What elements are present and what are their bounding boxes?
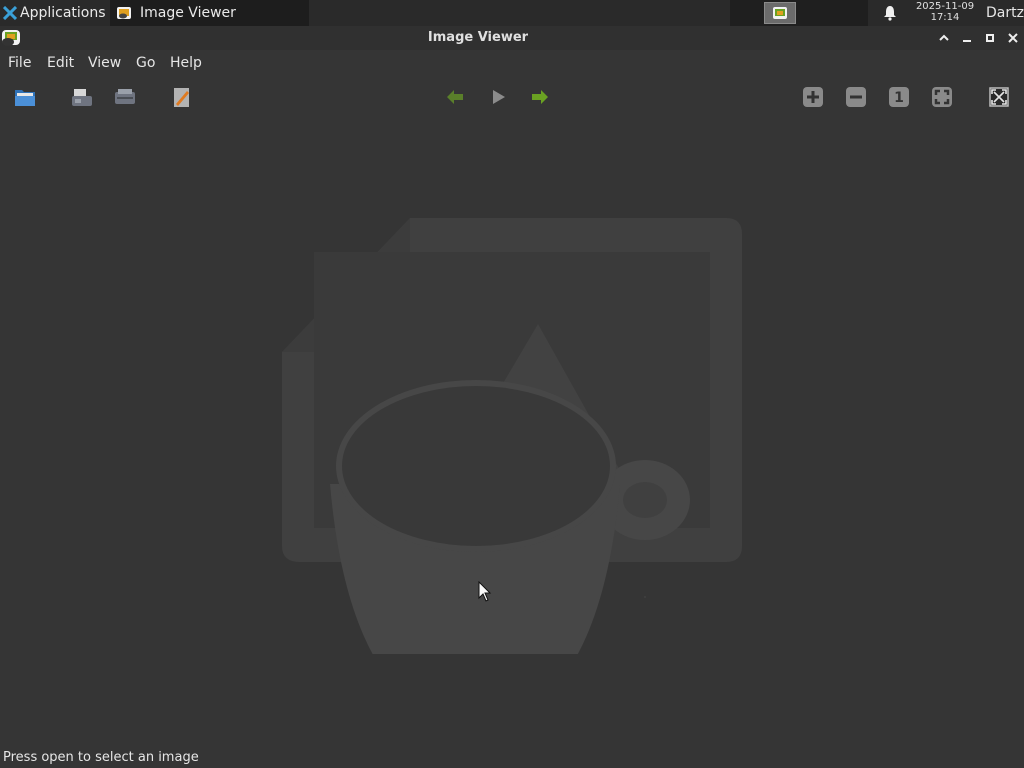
save-button[interactable]: [68, 83, 96, 111]
forward-arrow-icon: [532, 90, 548, 104]
slideshow-button[interactable]: [484, 83, 512, 111]
zoom-out-button[interactable]: [842, 83, 870, 111]
print-button[interactable]: [111, 83, 139, 111]
toolbar: 1: [0, 78, 1024, 116]
play-icon: [493, 90, 505, 104]
zoom-100-label: 1: [894, 90, 904, 106]
applications-menu-label: Applications: [20, 5, 106, 21]
workspace-empty[interactable]: [732, 2, 764, 24]
taskbar-item-image-viewer[interactable]: Image Viewer: [110, 0, 309, 26]
window-titlebar[interactable]: Image Viewer: [0, 26, 1024, 50]
notification-bell-icon[interactable]: [880, 4, 900, 22]
next-button[interactable]: [526, 83, 554, 111]
taskbar-item-label: Image Viewer: [140, 5, 236, 21]
maximize-button[interactable]: [981, 29, 999, 47]
back-arrow-icon: [447, 90, 463, 104]
menu-bar: File Edit View Go Help: [0, 50, 1024, 76]
menu-edit[interactable]: Edit: [47, 50, 74, 76]
panel-clock[interactable]: 2025-11-09 17:14: [906, 1, 984, 25]
zoom-out-icon: [846, 87, 866, 107]
open-button[interactable]: [11, 83, 39, 111]
minimize-icon: [963, 40, 971, 42]
edit-icon: [174, 88, 189, 107]
status-bar: Press open to select an image: [0, 748, 1024, 768]
open-folder-icon: [15, 90, 35, 106]
image-viewer-mini-icon: [773, 7, 787, 19]
close-button[interactable]: [1004, 29, 1022, 47]
top-panel: Applications Image Viewer 2025-11-09 17:…: [0, 0, 1024, 26]
chevron-up-icon: [939, 34, 949, 41]
previous-button[interactable]: [441, 83, 469, 111]
clock-date: 2025-11-09: [915, 1, 975, 12]
menu-file[interactable]: File: [8, 50, 31, 76]
zoom-fit-icon: [932, 87, 952, 107]
user-menu-button[interactable]: Dartz: [986, 0, 1024, 26]
zoom-in-button[interactable]: [799, 83, 827, 111]
fullscreen-icon: [989, 87, 1009, 107]
window-title: Image Viewer: [427, 30, 529, 45]
minimize-button[interactable]: [958, 29, 976, 47]
zoom-100-button[interactable]: 1: [885, 83, 913, 111]
close-icon: [1008, 33, 1018, 43]
image-canvas[interactable]: [0, 118, 1024, 746]
workspace-switcher: [730, 0, 868, 26]
workspace-active[interactable]: [764, 2, 796, 24]
xfce-logo-icon: [3, 6, 17, 20]
image-viewer-app-icon: [117, 7, 131, 19]
mouse-cursor-icon: [478, 581, 492, 602]
menu-help[interactable]: Help: [170, 50, 202, 76]
fullscreen-button[interactable]: [985, 83, 1013, 111]
no-image-placeholder-icon: [282, 218, 742, 654]
save-icon: [72, 89, 92, 106]
maximize-icon: [986, 34, 994, 42]
menu-go[interactable]: Go: [136, 50, 155, 76]
workspace-empty[interactable]: [834, 2, 866, 24]
applications-menu-button[interactable]: Applications: [0, 0, 110, 26]
menu-view[interactable]: View: [88, 50, 121, 76]
zoom-100-icon: 1: [889, 87, 909, 107]
shade-button[interactable]: [935, 29, 953, 47]
status-message: Press open to select an image: [3, 750, 199, 765]
clock-time: 17:14: [930, 12, 960, 23]
zoom-fit-button[interactable]: [928, 83, 956, 111]
print-icon: [115, 89, 135, 104]
edit-button[interactable]: [168, 83, 196, 111]
workspace-empty[interactable]: [800, 2, 832, 24]
zoom-in-icon: [803, 87, 823, 107]
